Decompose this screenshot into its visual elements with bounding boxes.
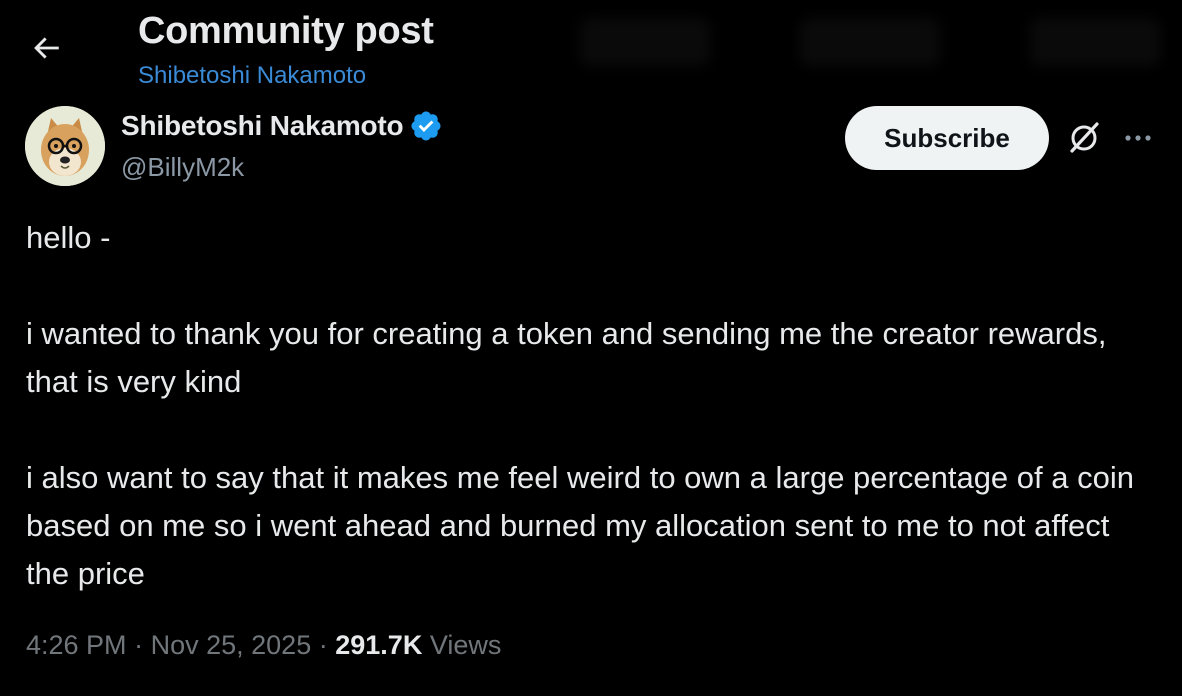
post-time[interactable]: 4:26 PM (26, 630, 127, 660)
blurred-region (800, 18, 940, 66)
page-title: Community post (138, 10, 434, 52)
grok-icon[interactable] (1064, 118, 1104, 158)
subscribe-button[interactable]: Subscribe (845, 106, 1049, 170)
verified-badge-icon[interactable] (409, 109, 443, 143)
arrow-left-icon (34, 37, 59, 59)
views-count: 291.7K (335, 630, 423, 660)
blurred-region (580, 18, 710, 66)
back-button[interactable] (24, 28, 68, 68)
post-meta: 4:26 PM · Nov 25, 2025 · 291.7K Views (26, 630, 501, 661)
meta-separator: · (134, 630, 144, 660)
views-label: Views (429, 630, 502, 660)
post-date[interactable]: Nov 25, 2025 (151, 630, 312, 660)
doge-avatar-icon (25, 106, 105, 186)
author-name[interactable]: Shibetoshi Nakamoto (121, 109, 443, 143)
author-display-name: Shibetoshi Nakamoto (121, 110, 404, 141)
page-header: Community post Shibetoshi Nakamoto (0, 0, 1182, 100)
post-paragraph: i also want to say that it makes me feel… (26, 460, 1134, 591)
post-paragraph: hello - (26, 220, 111, 255)
meta-separator: · (318, 630, 328, 660)
avatar[interactable] (25, 106, 105, 186)
post-paragraph: i wanted to thank you for creating a tok… (26, 316, 1107, 399)
author-handle[interactable]: @BillyM2k (121, 152, 244, 183)
post-text: hello - i wanted to thank you for creati… (26, 214, 1156, 598)
blurred-region (1030, 18, 1160, 66)
more-icon[interactable] (1120, 120, 1156, 156)
community-author-link[interactable]: Shibetoshi Nakamoto (138, 62, 366, 90)
